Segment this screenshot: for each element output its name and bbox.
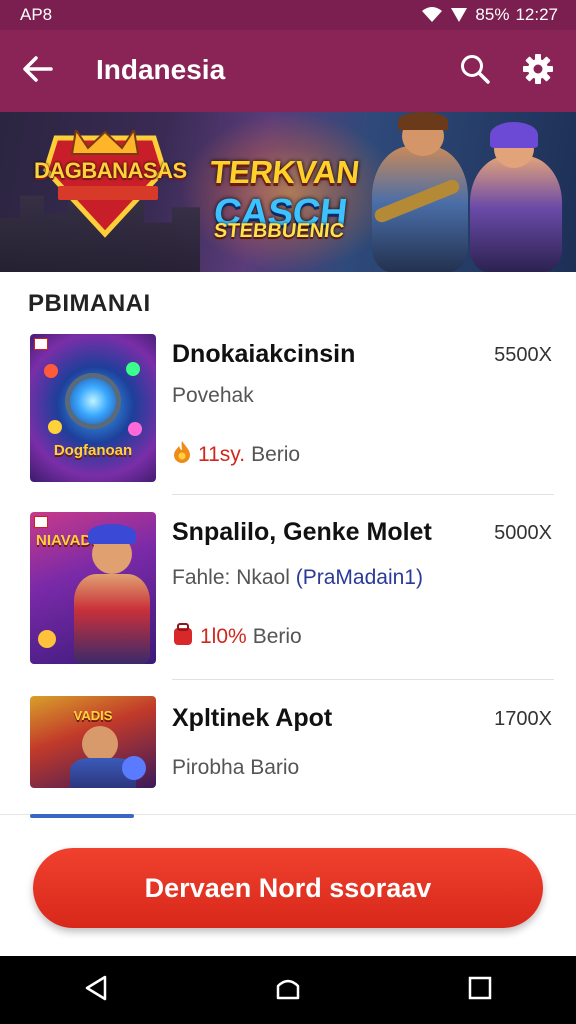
flame-icon [172, 440, 192, 470]
thumbnail-character-body [74, 574, 150, 664]
status-left-text: AP8 [20, 5, 53, 24]
thumbnail-coin [38, 630, 56, 648]
thumbnail-character-head [82, 726, 118, 762]
banner-headline-line3: STEBBUENIC [212, 220, 346, 242]
status-bar: AP8 85% 12:27 [0, 0, 576, 30]
hero-right-helmet [490, 122, 538, 148]
thumbnail-gem [126, 362, 140, 376]
nav-home-button[interactable] [258, 960, 318, 1020]
item-subtitle: Pirobha Bario [172, 756, 300, 779]
thumbnail-gem [48, 420, 62, 434]
banner-logo-ribbon [58, 186, 158, 200]
hero-left-hair [398, 112, 448, 130]
item-meta: 1l0% Berio [172, 622, 302, 652]
nav-recents-button[interactable] [450, 960, 510, 1020]
system-nav-bar [0, 956, 576, 1024]
settings-button[interactable] [514, 47, 562, 95]
thumbnail-gem [44, 364, 58, 378]
search-button[interactable] [451, 47, 499, 95]
divider [172, 679, 554, 680]
search-icon [459, 53, 491, 90]
item-subtitle: Povehak [172, 384, 254, 407]
game-thumbnail[interactable]: VADIS [30, 696, 156, 788]
item-meta: 11sy. Berio [172, 440, 300, 470]
hero-warrior-right [470, 156, 562, 272]
section-title: PBIMANAI [28, 290, 151, 317]
next-item-peek [30, 814, 134, 818]
item-price: 5500X [494, 344, 552, 366]
thumbnail-title: Dogfanoan [53, 442, 133, 459]
item-subtitle-text: Fahle: Nkaol [172, 566, 290, 589]
status-right: 85% 12:27 [421, 5, 558, 25]
recents-square-icon [467, 975, 493, 1006]
item-title[interactable]: Dnokaiakcinsin [172, 340, 355, 369]
item-price: 5000X [494, 522, 552, 544]
item-meta-text: Berio [252, 625, 302, 648]
item-title[interactable]: Snpalilo, Genke Molet [172, 518, 432, 547]
age-badge-icon [34, 338, 48, 350]
clock: 12:27 [515, 5, 558, 24]
shield-logo-icon [43, 130, 167, 238]
battery-percent: 85% [475, 5, 510, 24]
divider [172, 494, 554, 495]
gear-icon [522, 53, 554, 90]
signal-icon [449, 6, 469, 24]
page-title: Indanesia [96, 54, 226, 85]
thumbnail-gem [128, 422, 142, 436]
thumbnail-orb [70, 378, 116, 424]
item-meta-text: Berio [251, 443, 301, 466]
back-arrow-icon [21, 54, 55, 89]
thumbnail-orb [122, 756, 146, 780]
item-subtitle-tag[interactable]: (PraMadain1) [296, 566, 423, 589]
game-thumbnail[interactable]: NIAVADS [30, 512, 156, 664]
thumbnail-title: VADIS [73, 708, 113, 723]
item-price: 1700X [494, 708, 552, 730]
nav-back-button[interactable] [66, 960, 126, 1020]
back-button[interactable] [14, 47, 62, 95]
item-subtitle: Fahle: Nkaol (PraMadain1) [172, 566, 423, 590]
age-badge-icon [34, 516, 48, 528]
promo-banner[interactable]: DAGBANASAS TERKVAN CASCH STEBBUENIC [0, 112, 576, 272]
item-hot-label: 11sy. [198, 443, 246, 466]
item-title[interactable]: Xpltinek Apot [172, 704, 332, 733]
game-thumbnail[interactable]: Dogfanoan [30, 334, 156, 482]
app-bar: Indanesia [0, 30, 576, 112]
home-icon [274, 974, 302, 1007]
bag-icon [172, 622, 194, 652]
banner-headline-line1: TERKVAN [208, 154, 361, 190]
banner-logo-title: DAGBANASAS [34, 158, 187, 183]
thumbnail-character-helmet [88, 524, 136, 544]
wifi-icon [421, 6, 443, 24]
primary-cta-button[interactable]: Dervaen Nord ssoraav [33, 848, 543, 928]
back-triangle-icon [83, 974, 109, 1007]
item-hot-label: 1l0% [200, 625, 247, 648]
